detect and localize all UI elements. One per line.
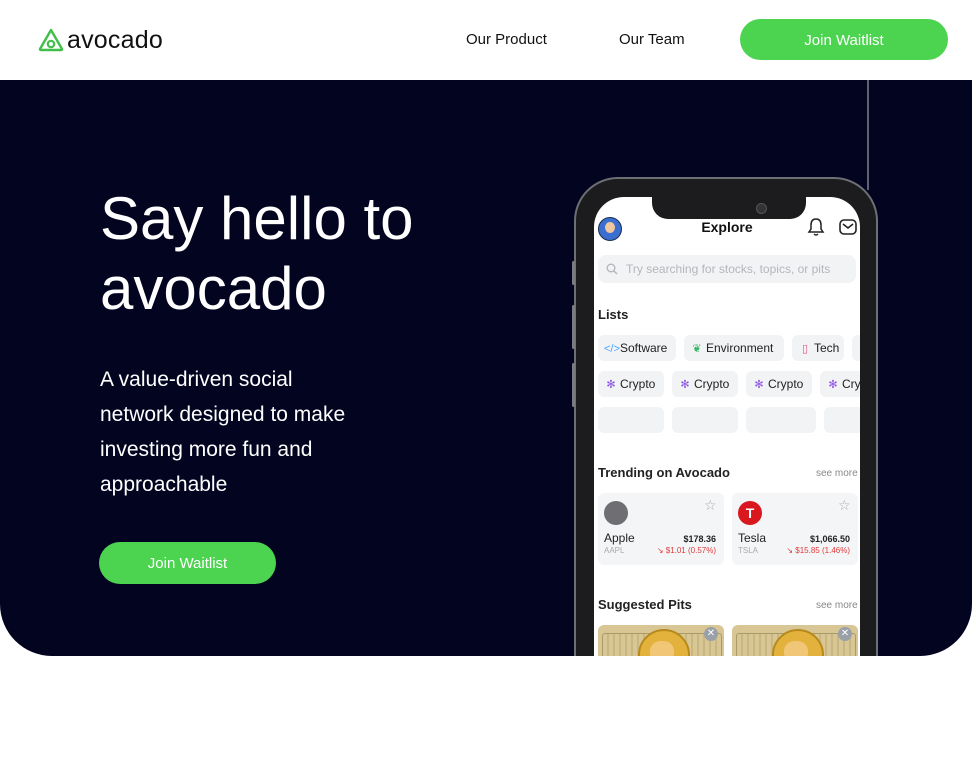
header-join-waitlist-button[interactable]: Join Waitlist: [740, 19, 948, 60]
close-icon[interactable]: ✕: [704, 627, 718, 641]
chip-label: Crypto: [768, 377, 804, 391]
pit-card[interactable]: ✕: [598, 625, 724, 656]
chip-label: Environment: [706, 341, 774, 355]
stock-ticker: TSLA: [738, 546, 759, 555]
pit-card[interactable]: ✕: [732, 625, 858, 656]
lists-heading: Lists: [598, 307, 629, 322]
star-icon[interactable]: ☆: [838, 497, 851, 514]
phone-mockup: Explore Try searching for stocks, topics…: [572, 177, 878, 656]
crypto-icon: ✻: [754, 379, 764, 391]
chip-label: Crypto: [694, 377, 730, 391]
crypto-icon: ✻: [828, 379, 838, 391]
crypto-icon: ✻: [680, 379, 690, 391]
leaf-icon: ❦: [692, 343, 702, 355]
list-chip-crypto[interactable]: ✻ Crypto: [746, 371, 812, 397]
code-icon: </>: [604, 343, 620, 355]
nav-our-team[interactable]: Our Team: [619, 31, 685, 49]
suggested-pits-heading: Suggested Pits: [598, 597, 692, 612]
hero-section: Say hello to avocado A value-driven soci…: [0, 80, 972, 656]
search-placeholder: Try searching for stocks, topics, or pit…: [626, 262, 831, 276]
suggested-see-more-link[interactable]: see more: [816, 600, 858, 611]
chip-label: Software: [620, 341, 668, 355]
list-chip-placeholder: [746, 407, 816, 433]
chip-label: Crypto: [620, 377, 656, 391]
chip-label: Cry: [842, 377, 860, 391]
list-chip-environment[interactable]: ❦ Environment: [684, 335, 784, 361]
stock-price: $1,066.50: [809, 534, 850, 544]
close-icon[interactable]: ✕: [838, 627, 852, 641]
trending-heading: Trending on Avocado: [598, 465, 730, 480]
phone-notch: [652, 197, 806, 219]
chip-label: Tech: [814, 341, 840, 355]
trending-see-more-link[interactable]: see more: [816, 468, 858, 479]
list-chip-tech[interactable]: ▯ Tech: [792, 335, 844, 361]
search-icon: [606, 263, 618, 275]
nav-our-product[interactable]: Our Product: [466, 31, 547, 49]
hero-join-waitlist-button[interactable]: Join Waitlist: [99, 542, 276, 584]
list-chip-placeholder: [672, 407, 738, 433]
stock-change: ↘ $1.01 (0.57%): [656, 546, 716, 555]
tesla-logo-icon: T: [738, 501, 762, 525]
doge-face-image: [650, 641, 674, 656]
avocado-logo[interactable]: avocado: [38, 26, 163, 54]
phone-icon: ▯: [801, 343, 809, 355]
list-chip-software[interactable]: </>Software: [598, 335, 676, 361]
app-search-input[interactable]: Try searching for stocks, topics, or pit…: [598, 255, 856, 283]
avocado-logo-icon: [38, 28, 64, 52]
phone-volume-up-button: [572, 305, 575, 349]
doge-face-image: [784, 641, 808, 656]
stock-name: Tesla: [738, 531, 767, 545]
phone-side-button: [572, 261, 575, 285]
list-chip-crypto-partial[interactable]: ✻ Cry: [820, 371, 860, 397]
hero-subtitle: A value-driven social network designed t…: [100, 368, 346, 496]
hero-title: Say hello to avocado: [100, 185, 414, 322]
list-chip-crypto[interactable]: ✻ Crypto: [598, 371, 664, 397]
list-chip-placeholder: [598, 407, 664, 433]
logo-text: avocado: [67, 26, 163, 54]
star-icon[interactable]: ☆: [704, 497, 717, 514]
stock-card-apple[interactable]: ☆ Apple AAPL $178.36 ↘ $1.01 (0.57%): [598, 493, 724, 565]
crypto-icon: ✻: [606, 379, 616, 391]
stock-change: ↘ $15.85 (1.46%): [786, 546, 850, 555]
stock-ticker: AAPL: [604, 546, 625, 555]
phone-volume-down-button: [572, 363, 575, 407]
list-chip-partial[interactable]: [852, 335, 860, 361]
site-header: avocado Our Product Our Team Join Waitli…: [0, 0, 976, 80]
stock-name: Apple: [604, 531, 635, 545]
stock-card-tesla[interactable]: T ☆ Tesla TSLA $1,066.50 ↘ $15.85 (1.46%…: [732, 493, 858, 565]
stock-price: $178.36: [683, 534, 716, 544]
camera-icon: [756, 203, 767, 214]
bell-icon[interactable]: [806, 217, 826, 237]
list-chip-placeholder: [824, 407, 860, 433]
apple-logo-icon: [604, 501, 628, 525]
inbox-icon[interactable]: [838, 217, 858, 237]
list-chip-crypto[interactable]: ✻ Crypto: [672, 371, 738, 397]
app-screen: Explore Try searching for stocks, topics…: [594, 197, 860, 656]
divider-line: [867, 80, 869, 190]
